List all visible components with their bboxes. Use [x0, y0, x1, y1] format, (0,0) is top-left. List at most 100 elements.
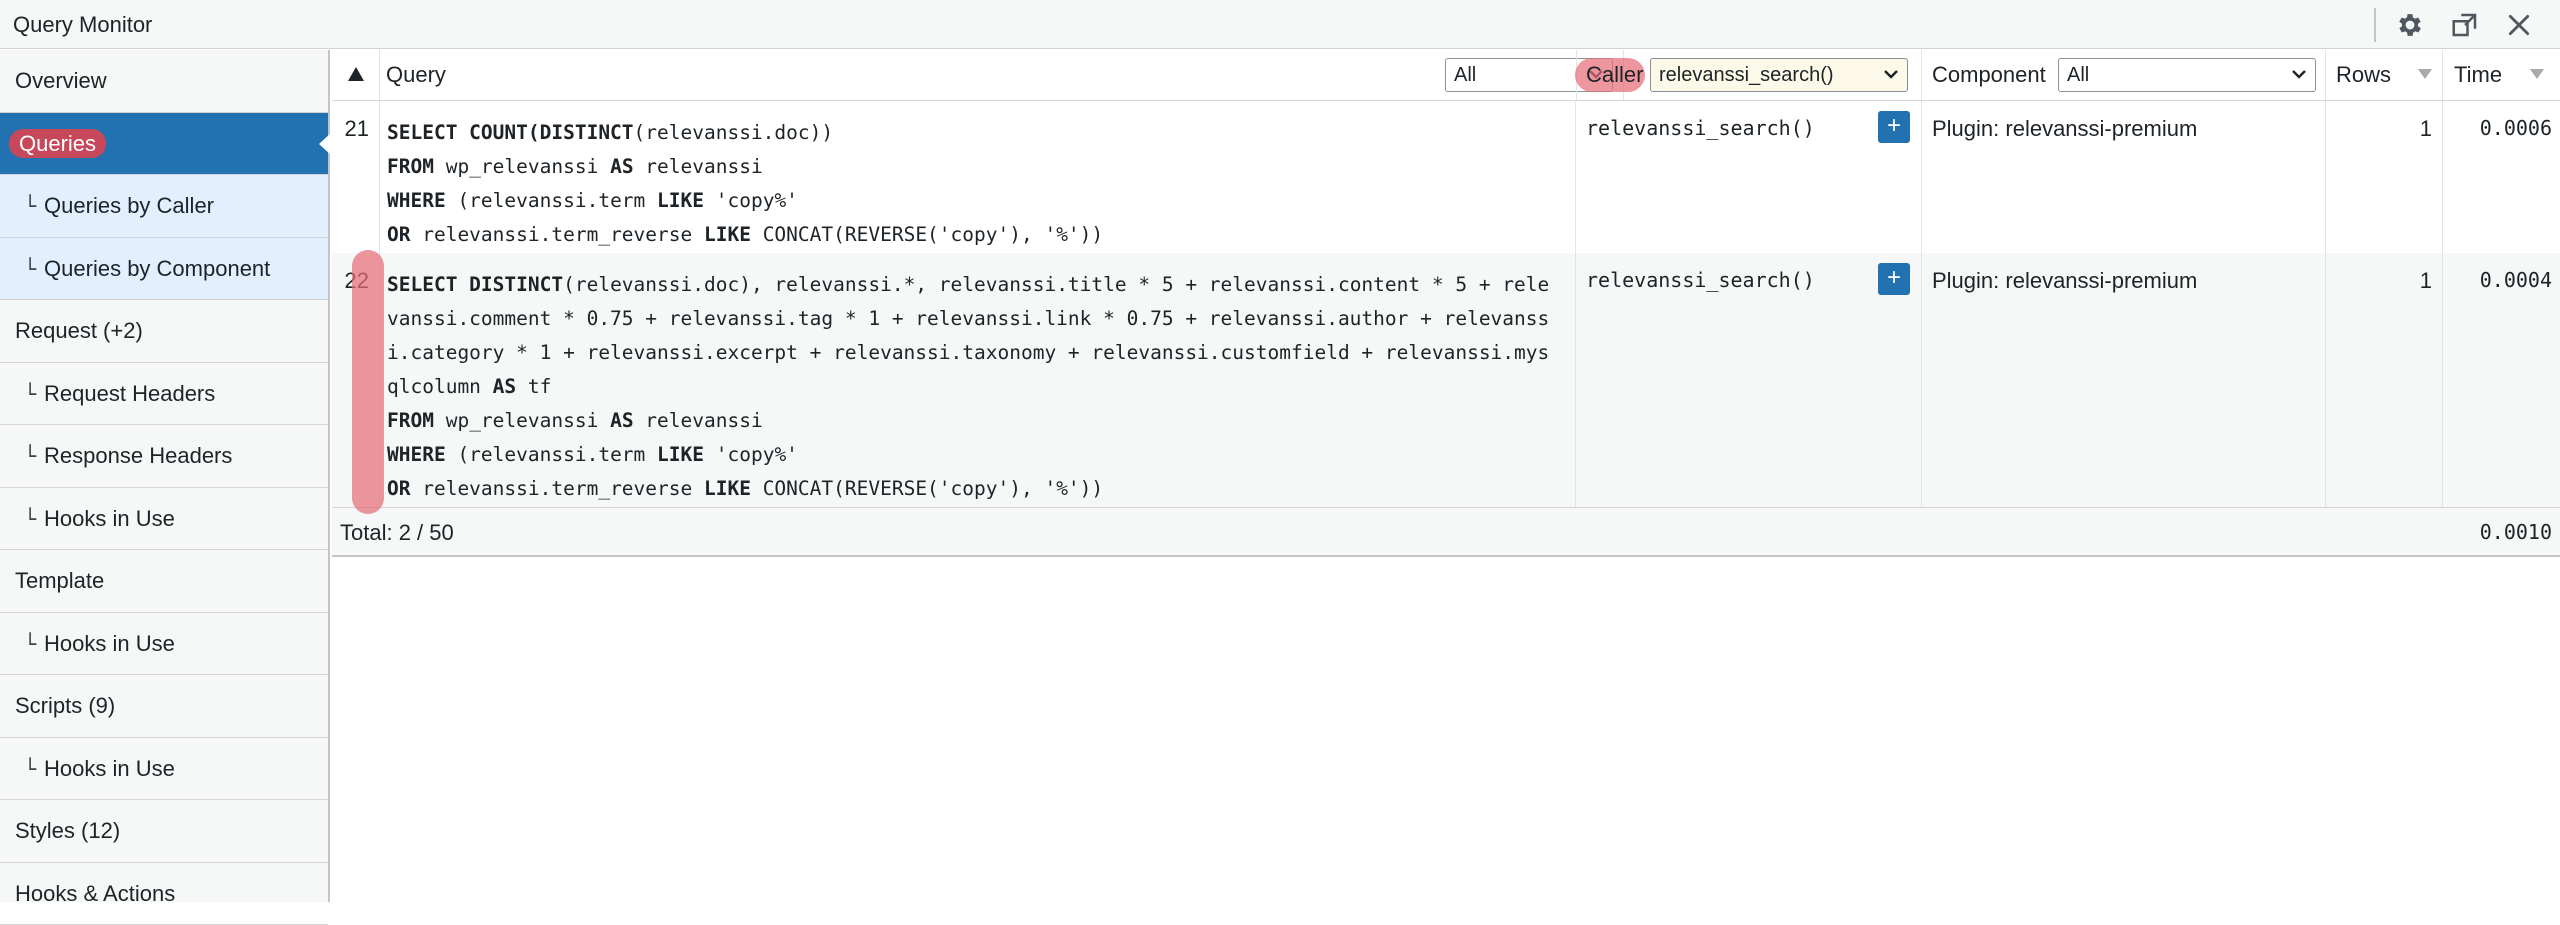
caller-name: relevanssi_search(): [1586, 116, 1815, 140]
sql-text: (relevanssi.doc)): [634, 121, 834, 144]
sql-text: wp_relevanssi: [434, 409, 610, 432]
sql-text: CONCAT(REVERSE('copy'), '%')): [751, 477, 1103, 500]
sidebar-item-request[interactable]: Request (+2): [0, 300, 328, 363]
component-filter[interactable]: All: [2058, 58, 2316, 92]
sql-keyword: LIKE: [657, 443, 704, 466]
sql-text: tf: [516, 375, 551, 398]
time-value: 0.0004: [2480, 268, 2552, 292]
rows-header-label: Rows: [2336, 62, 2391, 88]
child-marker: └: [24, 632, 36, 656]
sidebar-item-request-hooks[interactable]: └ Hooks in Use: [0, 488, 328, 551]
sql-text: wp_relevanssi: [434, 155, 610, 178]
component-name: Plugin: relevanssi-premium: [1932, 268, 2197, 294]
sort-time-icon: [2530, 69, 2544, 79]
child-marker: └: [24, 194, 36, 218]
sidebar-item-label: Overview: [15, 68, 107, 93]
component-column-header: Component All: [1922, 50, 2326, 100]
sidebar-item-hooks-actions[interactable]: Hooks & Actions: [0, 863, 328, 925]
time-value: 0.0006: [2480, 116, 2552, 140]
query-header-label: Query: [386, 62, 446, 88]
total-count: Total: 2 / 50: [340, 520, 454, 546]
sidebar-item-label: Hooks in Use: [44, 756, 175, 781]
caller-filter[interactable]: relevanssi_search(): [1650, 58, 1908, 92]
time-header-label: Time: [2454, 62, 2502, 88]
sidebar-item-response-headers[interactable]: └ Response Headers: [0, 425, 328, 488]
time-column-header[interactable]: Time: [2443, 50, 2560, 100]
sidebar-item-label: Queries by Caller: [44, 193, 214, 218]
sidebar-item-queries[interactable]: Queries: [0, 113, 328, 176]
sidebar-item-scripts[interactable]: Scripts (9): [0, 675, 328, 738]
child-marker: └: [24, 257, 36, 281]
close-button[interactable]: [2503, 9, 2535, 41]
child-marker: └: [24, 444, 36, 468]
table-footer: Total: 2 / 50 0.0010: [332, 507, 2560, 557]
sql-text: relevanssi.term_reverse: [410, 223, 704, 246]
child-marker: └: [24, 507, 36, 531]
rows-cell: 1: [2326, 253, 2443, 507]
sidebar-item-label: Template: [15, 568, 104, 593]
sort-by-number-header[interactable]: [332, 50, 380, 100]
close-icon: [2506, 12, 2532, 38]
sidebar: Overview Queries └ Queries by Caller └ Que…: [0, 50, 330, 902]
total-time: 0.0010: [2480, 520, 2552, 544]
window-title: Query Monitor: [13, 12, 152, 38]
caller-header-label-overlay: Caller: [1586, 62, 1643, 88]
time-cell: 0.0006: [2443, 101, 2560, 253]
expand-caller-button[interactable]: +: [1878, 263, 1910, 295]
sql-text: vanssi.comment * 0.75 + relevanssi.tag *…: [387, 307, 1549, 330]
popout-button[interactable]: [2449, 9, 2481, 41]
component-header-label: Component: [1932, 62, 2046, 88]
sidebar-item-queries-by-component[interactable]: └ Queries by Component: [0, 238, 328, 301]
sql-keyword: LIKE: [704, 223, 751, 246]
table-row: 22 SELECT DISTINCT(relevanssi.doc), rele…: [332, 253, 2560, 507]
rows-cell: 1: [2326, 101, 2443, 253]
sql-text: i.category * 1 + relevanssi.excerpt + re…: [387, 341, 1549, 364]
sql-text: CONCAT(REVERSE('copy'), '%')): [751, 223, 1103, 246]
sidebar-item-styles[interactable]: Styles (12): [0, 800, 328, 863]
sidebar-item-label: Hooks in Use: [44, 506, 175, 531]
sidebar-item-label: Queries: [9, 129, 106, 158]
sql-text: relevanssi: [634, 155, 763, 178]
sidebar-item-label: Response Headers: [44, 443, 232, 468]
time-cell: 0.0004: [2443, 253, 2560, 507]
table-header: Query All Caller relevanssi_search() Com…: [332, 50, 2560, 101]
gear-icon: [2395, 10, 2425, 40]
queries-panel: Query All Caller relevanssi_search() Com…: [332, 50, 2560, 902]
sql-text: 'copy%': [704, 189, 798, 212]
sidebar-item-request-headers[interactable]: └Request Headers: [0, 363, 328, 426]
sql-keyword: FROM: [387, 155, 434, 178]
sidebar-item-label: Queries by Component: [44, 256, 270, 281]
component-name: Plugin: relevanssi-premium: [1932, 116, 2197, 142]
sidebar-item-label: Styles (12): [15, 818, 120, 843]
sidebar-item-template[interactable]: Template: [0, 550, 328, 613]
sidebar-item-label: Request (+2): [15, 318, 143, 343]
query-column-header: Query All: [380, 50, 1624, 100]
sql-keyword: OR: [387, 477, 410, 500]
sidebar-item-overview[interactable]: Overview: [0, 50, 328, 113]
sql-text: qlcolumn: [387, 375, 493, 398]
sort-rows-icon: [2418, 69, 2432, 79]
sql-keyword: SELECT DISTINCT: [387, 273, 563, 296]
rows-value: 1: [2420, 116, 2432, 142]
sql-text: 'copy%': [704, 443, 798, 466]
sql-keyword: OR: [387, 223, 410, 246]
table-row: 21 SELECT COUNT(DISTINCT(relevanssi.doc)…: [332, 101, 2560, 253]
rows-column-header[interactable]: Rows: [2326, 50, 2443, 100]
sql-text: relevanssi.term_reverse: [410, 477, 704, 500]
sql-keyword: WHERE: [387, 443, 446, 466]
row-highlight-mark: [352, 250, 384, 514]
expand-caller-button[interactable]: +: [1878, 111, 1910, 143]
sql-keyword: AS: [610, 409, 633, 432]
sidebar-item-scripts-hooks[interactable]: └Hooks in Use: [0, 738, 328, 801]
sql-keyword: FROM: [387, 409, 434, 432]
sql-text: relevanssi: [634, 409, 763, 432]
query-number-cell: 21: [332, 101, 380, 253]
sidebar-item-label: Scripts (9): [15, 693, 115, 718]
sql-keyword: AS: [610, 155, 633, 178]
settings-button[interactable]: [2394, 9, 2426, 41]
sort-ascending-icon: [348, 67, 364, 81]
sidebar-item-label: Hooks in Use: [44, 631, 175, 656]
sidebar-item-queries-by-caller[interactable]: └ Queries by Caller: [0, 175, 328, 238]
sidebar-item-template-hooks[interactable]: └ Hooks in Use: [0, 613, 328, 676]
sql-keyword: LIKE: [657, 189, 704, 212]
